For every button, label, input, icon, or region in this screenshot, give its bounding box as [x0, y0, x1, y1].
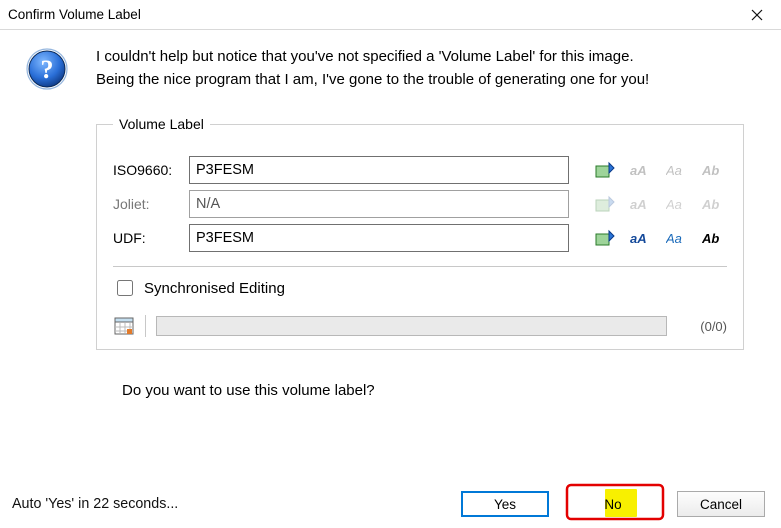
message-line-1: I couldn't help but notice that you've n… — [96, 48, 649, 65]
group-legend: Volume Label — [113, 116, 210, 132]
sync-editing-row[interactable]: Synchronised Editing — [113, 277, 727, 299]
udf-input[interactable] — [189, 224, 569, 252]
no-button[interactable]: No — [569, 491, 657, 517]
titlebar: Confirm Volume Label — [0, 0, 781, 30]
iso9660-input[interactable] — [189, 156, 569, 184]
joliet-row: Joliet: aA Aa Ab — [113, 190, 727, 218]
case-icon: Aa — [665, 159, 689, 181]
case-icon[interactable]: Aa — [665, 227, 689, 249]
auto-countdown: Auto 'Yes' in 22 seconds... — [12, 496, 461, 512]
svg-text:Aa: Aa — [666, 231, 682, 246]
close-icon — [751, 9, 763, 21]
iso9660-row: ISO9660: aA Aa Ab — [113, 156, 727, 184]
case-icon: Aa — [665, 193, 689, 215]
svg-text:Aa: Aa — [666, 163, 682, 178]
message-text: I couldn't help but notice that you've n… — [96, 48, 649, 94]
joliet-label: Joliet: — [113, 196, 179, 212]
svg-text:aA: aA — [630, 231, 647, 246]
joliet-input — [189, 190, 569, 218]
message-line-2: Being the nice program that I am, I've g… — [96, 71, 649, 88]
udf-row: UDF: aA Aa Ab — [113, 224, 727, 252]
window-title: Confirm Volume Label — [8, 7, 734, 22]
bold-icon: Ab — [701, 159, 725, 181]
separator — [113, 266, 727, 267]
prompt-text: Do you want to use this volume label? — [122, 382, 755, 399]
progress-bar — [156, 316, 667, 336]
apply-icon[interactable] — [593, 227, 617, 249]
svg-text:aA: aA — [630, 163, 647, 178]
udf-label: UDF: — [113, 230, 179, 246]
progress-count: (0/0) — [677, 319, 727, 334]
sync-editing-label: Synchronised Editing — [144, 280, 285, 297]
apply-icon[interactable] — [593, 159, 617, 181]
svg-text:Ab: Ab — [702, 163, 719, 178]
close-button[interactable] — [734, 1, 779, 29]
question-icon: ? — [26, 48, 68, 90]
svg-text:Ab: Ab — [702, 197, 719, 212]
sync-editing-checkbox[interactable] — [117, 280, 133, 296]
uppercase-icon: aA — [629, 193, 653, 215]
iso9660-label: ISO9660: — [113, 162, 179, 178]
svg-text:Ab: Ab — [702, 231, 719, 246]
uppercase-icon: aA — [629, 159, 653, 181]
cancel-button[interactable]: Cancel — [677, 491, 765, 517]
svg-text:aA: aA — [630, 197, 647, 212]
svg-text:Aa: Aa — [666, 197, 682, 212]
bold-icon[interactable]: Ab — [701, 227, 725, 249]
calendar-icon[interactable] — [113, 315, 135, 337]
progress-row: (0/0) — [113, 315, 727, 337]
uppercase-icon[interactable]: aA — [629, 227, 653, 249]
message-row: ? I couldn't help but notice that you've… — [26, 48, 755, 94]
bold-icon: Ab — [701, 193, 725, 215]
divider — [145, 315, 146, 337]
yes-button[interactable]: Yes — [461, 491, 549, 517]
bottom-bar: Auto 'Yes' in 22 seconds... Yes No Cance… — [0, 480, 781, 528]
svg-text:?: ? — [41, 55, 54, 84]
apply-icon — [593, 193, 617, 215]
volume-label-group: Volume Label ISO9660: aA Aa Ab Joliet — [96, 116, 744, 350]
